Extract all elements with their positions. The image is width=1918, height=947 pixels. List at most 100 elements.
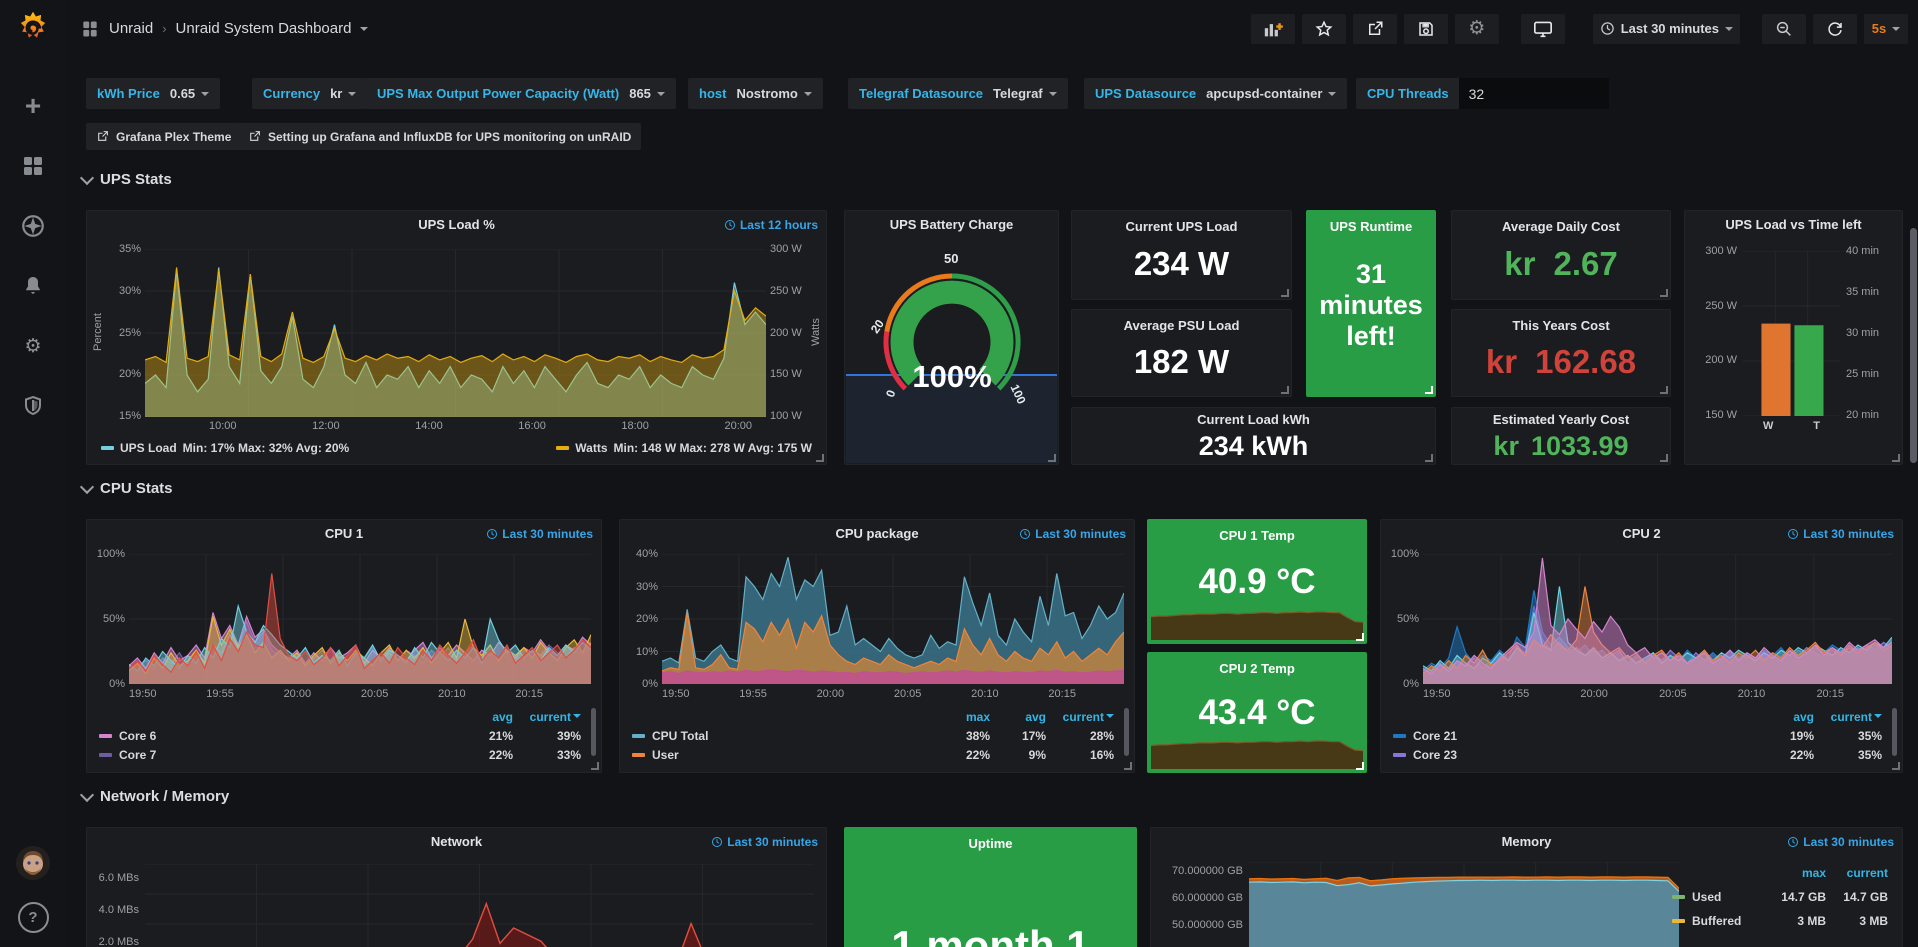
panel-title[interactable]: UPS Load vs Time left — [1685, 217, 1902, 232]
resize-handle[interactable] — [1660, 386, 1668, 394]
panel-time-range[interactable]: Last 30 minutes — [1019, 527, 1126, 541]
resize-handle[interactable] — [1660, 454, 1668, 462]
legend-item[interactable]: Core 23 — [1393, 748, 1756, 762]
legend-item[interactable]: User — [632, 748, 926, 762]
panel-time-range[interactable]: Last 30 minutes — [711, 835, 818, 849]
cycle-view-mode-button[interactable] — [1521, 14, 1565, 44]
legend-header-current[interactable]: current — [513, 710, 581, 724]
page-scrollbar[interactable] — [1910, 228, 1917, 463]
panel-title[interactable]: UPS Load % — [87, 217, 826, 232]
explore-icon[interactable] — [15, 208, 51, 244]
dashboards-icon[interactable] — [15, 148, 51, 184]
variable-value[interactable]: apcupsd-container — [1206, 86, 1336, 101]
panel-title[interactable]: Current UPS Load — [1072, 219, 1291, 234]
resize-handle[interactable] — [1425, 386, 1433, 394]
resize-handle[interactable] — [1281, 386, 1289, 394]
legend-header-current[interactable]: current — [1814, 710, 1882, 724]
help-icon[interactable]: ? — [18, 902, 49, 933]
refresh-interval-button[interactable]: 5s — [1864, 14, 1908, 44]
variable-value[interactable]: Nostromo — [736, 86, 811, 101]
panel-title[interactable]: Uptime — [845, 836, 1136, 851]
save-button[interactable] — [1404, 14, 1448, 44]
panel-title[interactable]: Average PSU Load — [1072, 318, 1291, 333]
legend-item[interactable]: Core 21 — [1393, 729, 1756, 743]
panel-time-range[interactable]: Last 12 hours — [724, 218, 818, 232]
user-avatar[interactable] — [16, 846, 50, 880]
panel-title[interactable]: Current Load kWh — [1072, 412, 1435, 427]
legend-header-avg[interactable]: avg — [990, 710, 1046, 724]
variable-ups-datasource[interactable]: UPS Datasource apcupsd-container — [1084, 78, 1347, 109]
legend-header-avg[interactable]: avg — [455, 710, 513, 724]
panel-title[interactable]: UPS Battery Charge — [845, 217, 1058, 232]
legend-header-current[interactable]: current — [1826, 866, 1888, 880]
variable-kwh-price[interactable]: kWh Price 0.65 — [86, 78, 220, 109]
breadcrumb-folder[interactable]: Unraid — [109, 20, 153, 37]
link-ups-monitoring-guide[interactable]: Setting up Grafana and InfluxDB for UPS … — [238, 123, 641, 150]
resize-handle[interactable] — [1660, 289, 1668, 297]
variable-value[interactable]: Telegraf — [993, 86, 1057, 101]
star-button[interactable] — [1302, 14, 1346, 44]
resize-handle[interactable] — [1892, 454, 1900, 462]
share-button[interactable] — [1353, 14, 1397, 44]
variable-ups-max-output[interactable]: UPS Max Output Power Capacity (Watt) 865 — [366, 78, 676, 109]
panel-title[interactable]: Estimated Yearly Cost — [1452, 412, 1670, 427]
cpu-threads-input[interactable]: 32 — [1459, 78, 1609, 109]
resize-handle[interactable] — [1281, 289, 1289, 297]
resize-handle[interactable] — [1356, 633, 1364, 641]
legend-item[interactable]: WattsMin: 148 W Max: 278 W Avg: 175 W — [556, 441, 812, 455]
panel-title[interactable]: CPU 1 Temp — [1148, 528, 1366, 543]
grafana-logo-icon[interactable] — [13, 6, 53, 50]
legend-scrollbar[interactable] — [1124, 708, 1129, 756]
resize-handle[interactable] — [1048, 454, 1056, 462]
link-grafana-plex-theme[interactable]: Grafana Plex Theme — [86, 123, 241, 150]
server-admin-shield-icon[interactable] — [15, 388, 51, 424]
variable-telegraf-datasource[interactable]: Telegraf Datasource Telegraf — [848, 78, 1068, 109]
resize-handle[interactable] — [591, 762, 599, 770]
load-vs-time-chart[interactable] — [1743, 251, 1840, 416]
legend-scrollbar[interactable] — [1892, 708, 1897, 756]
add-panel-button[interactable] — [1251, 14, 1295, 44]
variable-currency[interactable]: Currency kr — [252, 78, 367, 109]
legend-scrollbar[interactable] — [591, 708, 596, 756]
legend-header-current[interactable]: current — [1046, 710, 1114, 724]
variable-host[interactable]: host Nostromo — [688, 78, 823, 109]
resize-handle[interactable] — [1356, 762, 1364, 770]
legend-item[interactable]: Core 7 — [99, 748, 455, 762]
legend-item[interactable]: Used — [1672, 890, 1764, 904]
variable-value[interactable]: 0.65 — [170, 86, 209, 101]
legend-item[interactable]: CPU Total — [632, 729, 926, 743]
legend-item[interactable]: UPS LoadMin: 17% Max: 32% Avg: 20% — [101, 441, 349, 455]
cpu1-chart[interactable] — [129, 554, 591, 684]
resize-handle[interactable] — [1892, 762, 1900, 770]
panel-time-range[interactable]: Last 30 minutes — [1787, 527, 1894, 541]
section-ups-stats[interactable]: UPS Stats — [82, 171, 172, 188]
zoom-out-button[interactable] — [1762, 14, 1806, 44]
breadcrumb-dashboard-title[interactable]: Unraid System Dashboard — [176, 20, 352, 37]
create-icon[interactable]: + — [15, 88, 51, 124]
panel-title[interactable]: CPU 2 Temp — [1148, 661, 1366, 676]
variable-value[interactable]: kr — [330, 86, 356, 101]
panel-title[interactable]: This Years Cost — [1452, 318, 1670, 333]
dashboard-settings-button[interactable]: ⚙ — [1455, 14, 1499, 44]
legend-header-max[interactable]: max — [926, 710, 990, 724]
resize-handle[interactable] — [1425, 454, 1433, 462]
panel-title[interactable]: Average Daily Cost — [1452, 219, 1670, 234]
section-cpu-stats[interactable]: CPU Stats — [82, 480, 173, 497]
ups-load-chart[interactable] — [145, 249, 766, 417]
dashboard-caret-icon[interactable] — [360, 27, 368, 35]
panel-time-range[interactable]: Last 30 minutes — [1787, 835, 1894, 849]
cpu-package-chart[interactable] — [662, 554, 1124, 684]
cpu2-chart[interactable] — [1423, 554, 1892, 684]
configuration-gear-icon[interactable]: ⚙ — [15, 328, 51, 364]
dashboard-grid-icon[interactable] — [80, 19, 100, 39]
legend-header-max[interactable]: max — [1764, 866, 1826, 880]
section-network-memory[interactable]: Network / Memory — [82, 788, 229, 805]
panel-time-range[interactable]: Last 30 minutes — [486, 527, 593, 541]
legend-header-avg[interactable]: avg — [1756, 710, 1814, 724]
network-chart[interactable] — [145, 864, 814, 947]
alerting-bell-icon[interactable] — [15, 268, 51, 304]
legend-item[interactable]: Buffered — [1672, 914, 1764, 928]
refresh-button[interactable] — [1813, 14, 1857, 44]
resize-handle[interactable] — [816, 454, 824, 462]
time-picker-button[interactable]: Last 30 minutes — [1593, 14, 1740, 44]
